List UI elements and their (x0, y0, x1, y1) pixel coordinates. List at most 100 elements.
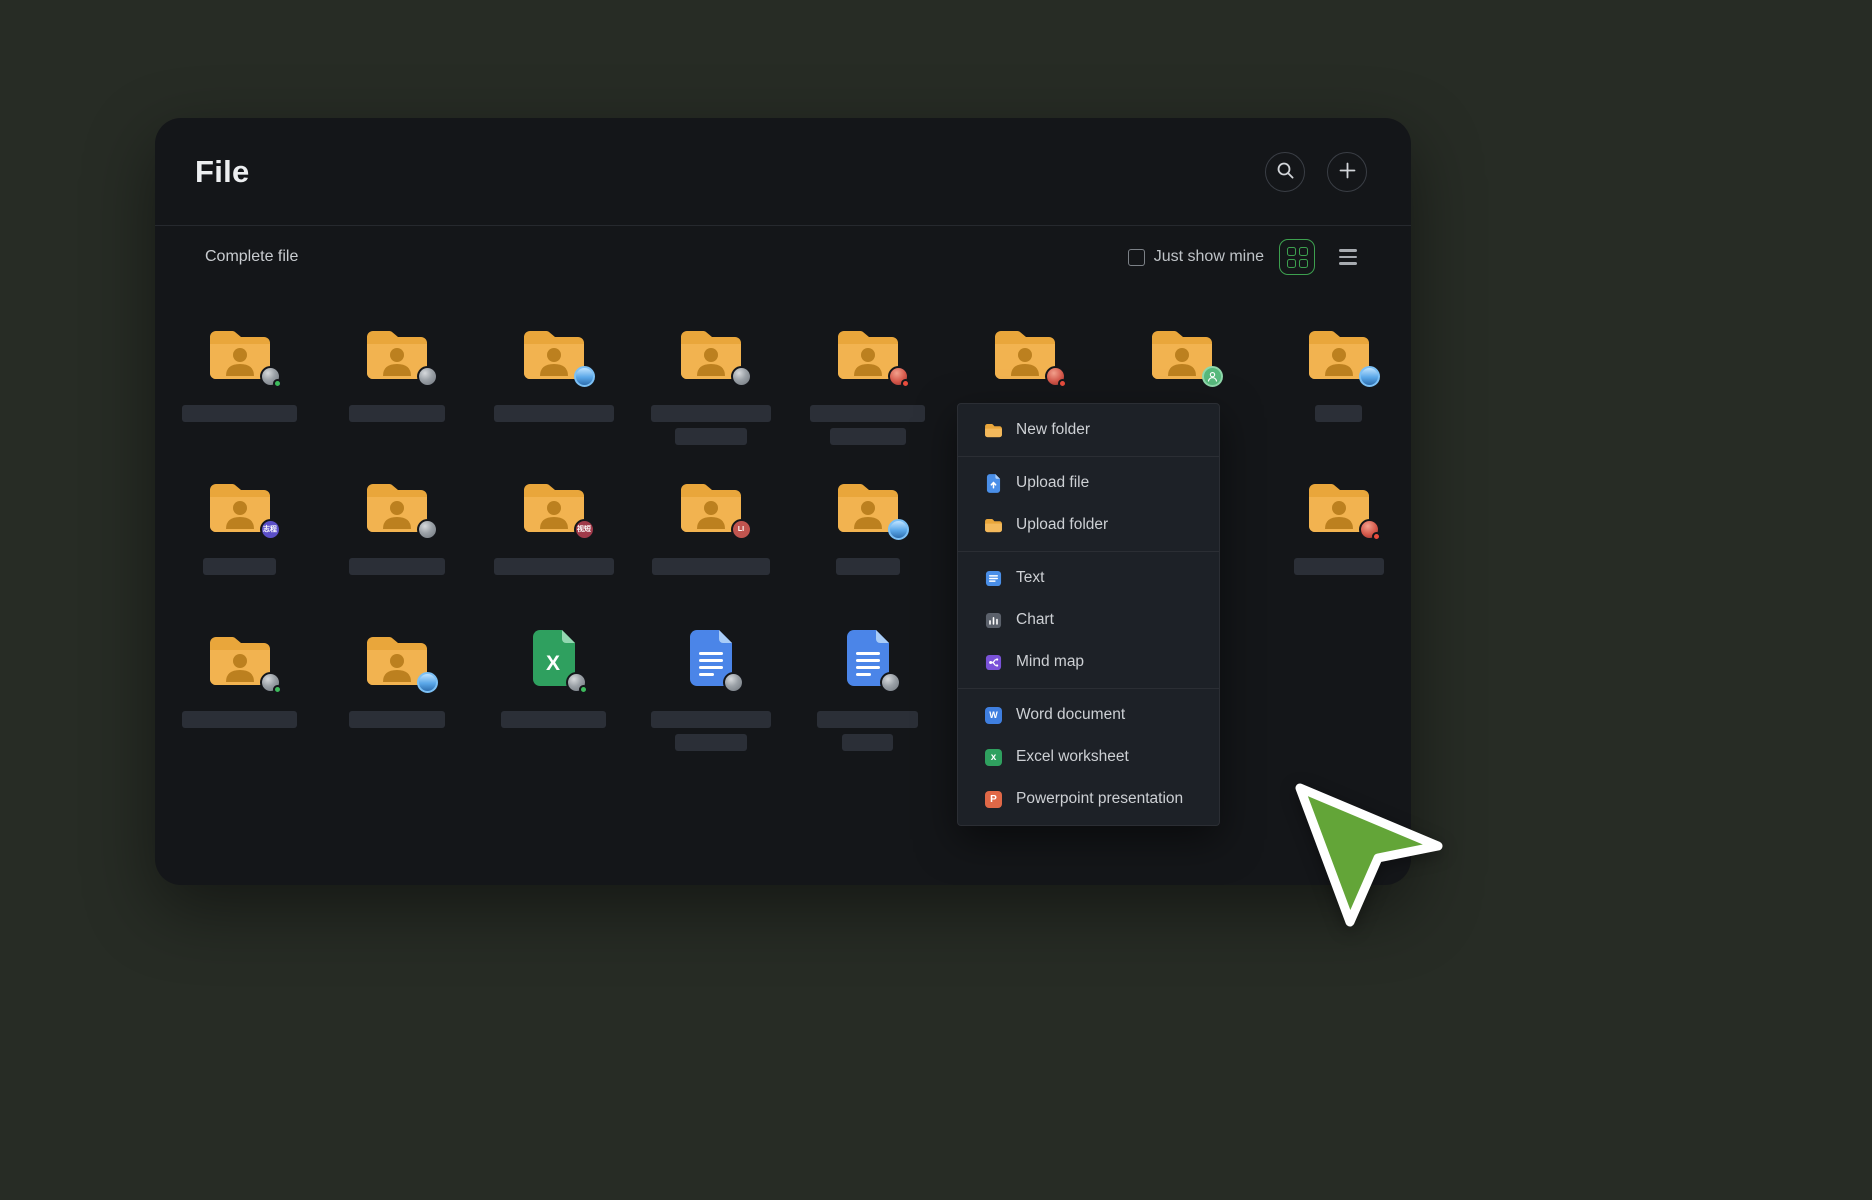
checkbox-box[interactable] (1128, 249, 1145, 266)
file-item[interactable]: 视短 (475, 475, 632, 628)
owner-avatar-cat (880, 672, 901, 693)
search-icon (1276, 161, 1295, 183)
powerpoint-icon: P (984, 791, 1003, 808)
folder-file-icon (835, 322, 901, 382)
filename-placeholder (842, 734, 893, 751)
folder-file-icon (207, 322, 273, 382)
file-item[interactable] (318, 628, 475, 781)
grid-view-icon (1287, 247, 1308, 268)
file-item[interactable]: X (475, 628, 632, 781)
upload-folder-icon (984, 518, 1003, 533)
filename-placeholder (836, 558, 900, 575)
filename-placeholder (817, 711, 918, 728)
file-item[interactable] (632, 628, 789, 781)
owner-avatar-text: 视短 (574, 519, 595, 540)
menu-item-upload-folder[interactable]: Upload folder (958, 504, 1219, 546)
owner-avatar-cat (566, 672, 587, 693)
owner-avatar-cat (417, 519, 438, 540)
menu-item-powerpoint-presentation[interactable]: P Powerpoint presentation (958, 778, 1219, 820)
mind-map-icon (984, 654, 1003, 671)
menu-item-label: Word document (1016, 706, 1125, 724)
file-item[interactable]: 志程 (161, 475, 318, 628)
menu-item-word-document[interactable]: W Word document (958, 694, 1219, 736)
word-icon: W (984, 707, 1003, 724)
file-item[interactable] (318, 322, 475, 475)
file-item[interactable] (1260, 475, 1411, 628)
svg-text:X: X (545, 652, 559, 675)
context-menu: New folder Upload file Upload folder (957, 403, 1220, 826)
doc-file-icon (843, 628, 893, 688)
owner-avatar-girl (1359, 519, 1380, 540)
filename-placeholder (652, 558, 770, 575)
folder-file-icon (678, 322, 744, 382)
file-item[interactable] (1260, 322, 1411, 475)
section-label: Complete file (205, 248, 298, 266)
menu-item-excel-worksheet[interactable]: x Excel worksheet (958, 736, 1219, 778)
filename-placeholder (651, 711, 771, 728)
folder-file-icon: LI (678, 475, 744, 535)
menu-item-mind-map[interactable]: Mind map (958, 641, 1219, 683)
upload-file-icon (984, 474, 1003, 493)
filename-placeholder (182, 711, 297, 728)
list-view-button[interactable] (1330, 239, 1366, 275)
plus-icon (1339, 162, 1356, 182)
status-dot (1058, 379, 1067, 388)
owner-avatar-boy (888, 519, 909, 540)
filename-placeholder (349, 405, 445, 422)
folder-file-icon (364, 628, 430, 688)
filename-placeholder (1294, 558, 1384, 575)
search-button[interactable] (1265, 152, 1305, 192)
just-show-mine-toggle[interactable]: Just show mine (1128, 248, 1264, 266)
owner-avatar-cat (260, 672, 281, 693)
menu-item-label: Text (1016, 569, 1044, 587)
owner-avatar-boy (574, 366, 595, 387)
owner-avatar-text: 志程 (260, 519, 281, 540)
status-dot (901, 379, 910, 388)
file-item[interactable] (161, 628, 318, 781)
owner-avatar-cat (417, 366, 438, 387)
folder-file-icon (1306, 322, 1372, 382)
folder-file-icon (1306, 475, 1372, 535)
grid-view-button[interactable] (1279, 239, 1315, 275)
folder-file-icon (521, 322, 587, 382)
filename-placeholder (182, 405, 297, 422)
menu-item-chart[interactable]: Chart (958, 599, 1219, 641)
file-item[interactable] (318, 475, 475, 628)
owner-avatar-boy (417, 672, 438, 693)
file-item[interactable] (789, 322, 946, 475)
menu-item-upload-file[interactable]: Upload file (958, 462, 1219, 504)
folder-file-icon (835, 475, 901, 535)
filename-placeholder (1315, 405, 1362, 422)
filter-controls: Just show mine (1128, 239, 1366, 275)
status-dot (1372, 532, 1381, 541)
cursor-pointer (1288, 778, 1452, 934)
folder-file-icon (364, 475, 430, 535)
excel-file-icon: X (529, 628, 579, 688)
menu-item-label: Excel worksheet (1016, 748, 1129, 766)
menu-item-text[interactable]: Text (958, 557, 1219, 599)
add-button[interactable] (1327, 152, 1367, 192)
text-doc-icon (984, 570, 1003, 587)
folder-file-icon (992, 322, 1058, 382)
file-item[interactable] (632, 322, 789, 475)
folder-file-icon (1149, 322, 1215, 382)
menu-item-label: Upload folder (1016, 516, 1108, 534)
file-item[interactable] (475, 322, 632, 475)
menu-item-label: Powerpoint presentation (1016, 790, 1183, 808)
filename-placeholder (501, 711, 606, 728)
list-view-icon (1339, 249, 1357, 265)
file-item[interactable]: LI (632, 475, 789, 628)
file-item[interactable] (789, 628, 946, 781)
owner-avatar-girl (1045, 366, 1066, 387)
checkbox-label: Just show mine (1154, 248, 1264, 266)
filename-placeholder (651, 405, 771, 422)
filename-placeholder (349, 711, 445, 728)
status-dot (273, 685, 282, 694)
file-item[interactable] (789, 475, 946, 628)
file-item[interactable] (161, 322, 318, 475)
filename-placeholder (830, 428, 906, 445)
desktop-background: File Complete file (0, 0, 1872, 1200)
menu-item-new-folder[interactable]: New folder (958, 409, 1219, 451)
owner-avatar-member (1202, 366, 1223, 387)
header-actions (1265, 152, 1367, 192)
